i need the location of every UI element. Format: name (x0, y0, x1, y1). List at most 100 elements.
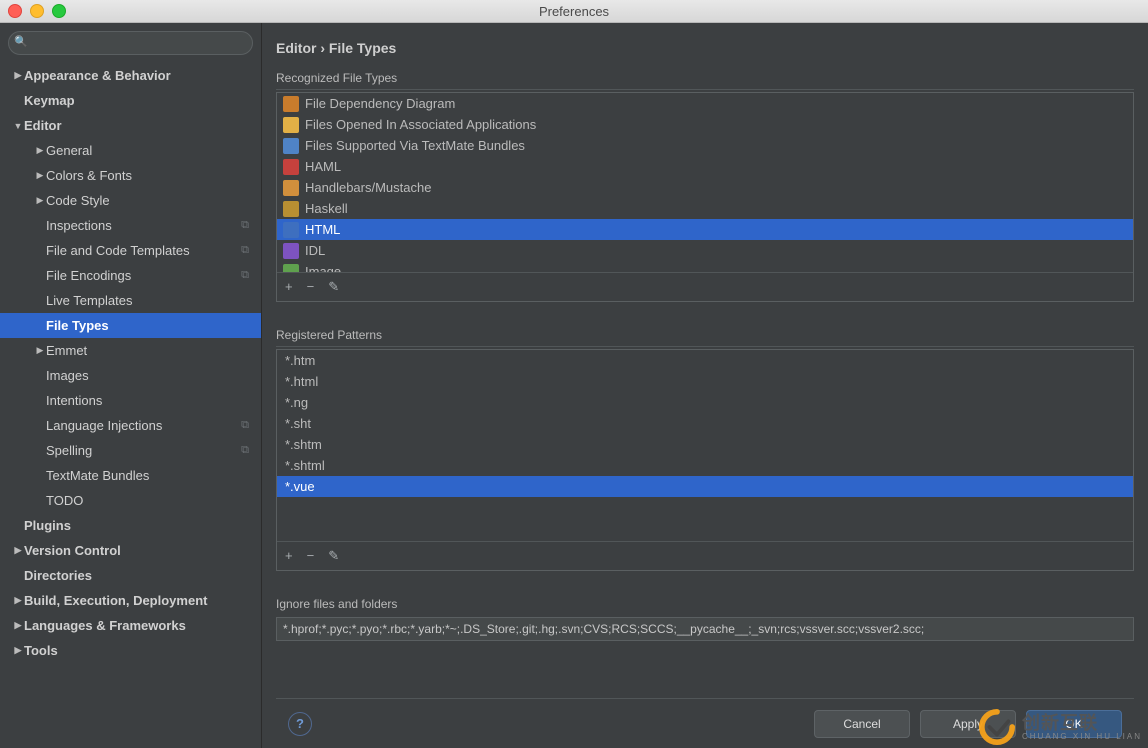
help-button[interactable]: ? (288, 712, 312, 736)
window-title: Preferences (0, 4, 1148, 19)
remove-pattern-button[interactable]: − (307, 548, 315, 564)
sidebar-item-file-and-code-templates[interactable]: File and Code Templates⧉ (0, 238, 261, 263)
tree-arrow-icon: ▶ (34, 345, 46, 356)
filetype-icon (283, 159, 299, 175)
sidebar-item-tools[interactable]: ▶Tools (0, 638, 261, 663)
recognized-file-types-header: Recognized File Types (276, 63, 1134, 90)
pattern-row[interactable]: *.shtm (277, 434, 1133, 455)
pattern-label: *.ng (285, 395, 308, 410)
pattern-row[interactable]: *.html (277, 371, 1133, 392)
sidebar-item-file-types[interactable]: File Types (0, 313, 261, 338)
filetype-label: Haskell (305, 201, 348, 216)
pattern-row[interactable]: *.sht (277, 413, 1133, 434)
sidebar-item-version-control[interactable]: ▶Version Control (0, 538, 261, 563)
sidebar-item-label: Appearance & Behavior (24, 68, 171, 83)
filetype-row[interactable]: Files Opened In Associated Applications (277, 114, 1133, 135)
sidebar-item-textmate-bundles[interactable]: TextMate Bundles (0, 463, 261, 488)
sidebar-item-build-execution-deployment[interactable]: ▶Build, Execution, Deployment (0, 588, 261, 613)
body: 🔍 ▶Appearance & BehaviorKeymap▼Editor▶Ge… (0, 23, 1148, 748)
tree-arrow-icon: ▶ (34, 170, 46, 181)
sidebar-item-label: Emmet (46, 343, 87, 358)
tree-arrow-icon: ▶ (34, 145, 46, 156)
content: Editor › File Types Recognized File Type… (262, 23, 1148, 748)
sidebar-item-languages-frameworks[interactable]: ▶Languages & Frameworks (0, 613, 261, 638)
settings-tree[interactable]: ▶Appearance & BehaviorKeymap▼Editor▶Gene… (0, 63, 261, 748)
sidebar-item-editor[interactable]: ▼Editor (0, 113, 261, 138)
filetype-icon (283, 180, 299, 196)
pattern-label: *.sht (285, 416, 311, 431)
sidebar-item-label: Directories (24, 568, 92, 583)
sidebar-item-keymap[interactable]: Keymap (0, 88, 261, 113)
filetype-icon (283, 96, 299, 112)
sidebar-item-inspections[interactable]: Inspections⧉ (0, 213, 261, 238)
sidebar-item-todo[interactable]: TODO (0, 488, 261, 513)
filetype-icon (283, 243, 299, 259)
sidebar-item-label: Build, Execution, Deployment (24, 593, 207, 608)
sidebar-item-label: Version Control (24, 543, 121, 558)
filetype-label: Image (305, 264, 341, 272)
sidebar-item-label: Intentions (46, 393, 102, 408)
sidebar-item-label: Language Injections (46, 418, 162, 433)
filetype-row[interactable]: Haskell (277, 198, 1133, 219)
sidebar-item-file-encodings[interactable]: File Encodings⧉ (0, 263, 261, 288)
sidebar-item-emmet[interactable]: ▶Emmet (0, 338, 261, 363)
patterns-toolbar: + − ✎ (277, 541, 1133, 570)
registered-patterns-header: Registered Patterns (276, 320, 1134, 347)
pattern-row[interactable]: *.shtml (277, 455, 1133, 476)
search-input[interactable] (8, 31, 253, 55)
cancel-button[interactable]: Cancel (814, 710, 910, 738)
sidebar-item-label: Editor (24, 118, 62, 133)
add-pattern-button[interactable]: + (285, 548, 293, 564)
ignore-files-input[interactable] (276, 617, 1134, 641)
sidebar-item-plugins[interactable]: Plugins (0, 513, 261, 538)
filetype-row[interactable]: Handlebars/Mustache (277, 177, 1133, 198)
tree-arrow-icon: ▶ (12, 595, 24, 606)
filetype-icon (283, 222, 299, 238)
filetype-row[interactable]: Image (277, 261, 1133, 272)
tree-arrow-icon: ▶ (12, 545, 24, 556)
filetype-row[interactable]: IDL (277, 240, 1133, 261)
edit-pattern-button[interactable]: ✎ (328, 548, 339, 564)
sidebar-item-label: TextMate Bundles (46, 468, 149, 483)
filetype-icon (283, 264, 299, 273)
pattern-label: *.htm (285, 353, 315, 368)
sidebar-item-intentions[interactable]: Intentions (0, 388, 261, 413)
sidebar-item-directories[interactable]: Directories (0, 563, 261, 588)
filetype-label: HTML (305, 222, 340, 237)
sidebar-item-label: Tools (24, 643, 58, 658)
sidebar-item-colors-fonts[interactable]: ▶Colors & Fonts (0, 163, 261, 188)
sidebar-item-label: Plugins (24, 518, 71, 533)
filetype-row[interactable]: File Dependency Diagram (277, 93, 1133, 114)
pattern-row[interactable]: *.vue (277, 476, 1133, 497)
filetype-row[interactable]: HAML (277, 156, 1133, 177)
tree-arrow-icon: ▶ (12, 645, 24, 656)
sidebar-item-images[interactable]: Images (0, 363, 261, 388)
sidebar-item-general[interactable]: ▶General (0, 138, 261, 163)
filetype-row[interactable]: Files Supported Via TextMate Bundles (277, 135, 1133, 156)
registered-patterns-list[interactable]: *.htm *.html *.ng *.sht *.shtm *.shtml *.vue +… (276, 349, 1134, 571)
remove-filetype-button[interactable]: − (307, 279, 315, 295)
sidebar-item-label: File Types (46, 318, 109, 333)
edit-filetype-button[interactable]: ✎ (328, 279, 339, 295)
recognized-toolbar: + − ✎ (277, 272, 1133, 301)
sidebar-item-code-style[interactable]: ▶Code Style (0, 188, 261, 213)
pattern-row[interactable]: *.ng (277, 392, 1133, 413)
recognized-file-types-list[interactable]: File Dependency DiagramFiles Opened In A… (276, 92, 1134, 302)
sidebar-item-live-templates[interactable]: Live Templates (0, 288, 261, 313)
add-filetype-button[interactable]: + (285, 279, 293, 295)
sidebar-item-label: Inspections (46, 218, 112, 233)
sidebar-item-label: File Encodings (46, 268, 131, 283)
filetype-label: IDL (305, 243, 325, 258)
pattern-label: *.shtml (285, 458, 325, 473)
sidebar-item-label: TODO (46, 493, 83, 508)
pattern-row[interactable]: *.htm (277, 350, 1133, 371)
filetype-icon (283, 201, 299, 217)
sidebar-item-spelling[interactable]: Spelling⧉ (0, 438, 261, 463)
watermark-sub: CHUANG XIN HU LIAN (1022, 732, 1142, 741)
pattern-label: *.shtm (285, 437, 322, 452)
filetype-row[interactable]: HTML (277, 219, 1133, 240)
watermark-brand: 创新互联 (1022, 714, 1142, 732)
sidebar-item-language-injections[interactable]: Language Injections⧉ (0, 413, 261, 438)
filetype-label: Files Supported Via TextMate Bundles (305, 138, 525, 153)
sidebar-item-appearance-behavior[interactable]: ▶Appearance & Behavior (0, 63, 261, 88)
